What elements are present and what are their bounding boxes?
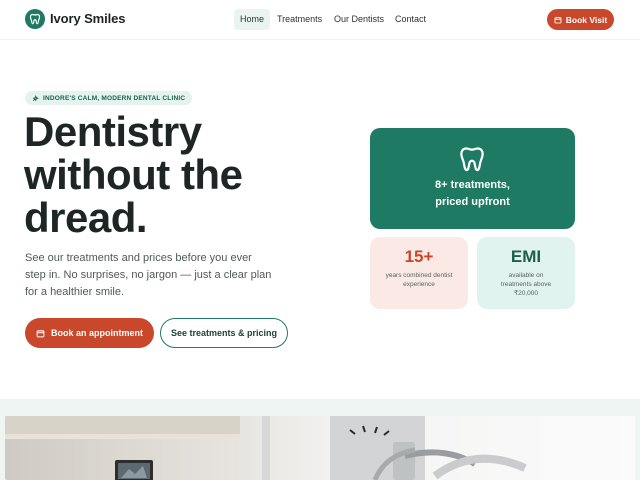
calendar-icon bbox=[554, 16, 562, 23]
card-line-2: priced upfront bbox=[435, 196, 510, 208]
emi-value: EMI bbox=[510, 247, 542, 266]
headline-line-2: without the bbox=[24, 151, 243, 198]
see-treatments-button[interactable]: See treatments & pricing bbox=[160, 318, 288, 348]
experience-value: 15+ bbox=[404, 247, 434, 266]
nav-link-treatments[interactable]: Treatments bbox=[271, 9, 328, 30]
nav-link-home[interactable]: Home bbox=[234, 9, 271, 30]
card-line-1: 8+ treatments, bbox=[435, 179, 510, 191]
tooth-icon bbox=[29, 13, 41, 25]
dental-clinic-image bbox=[5, 416, 635, 480]
top-navbar: Ivory Smiles Home Treatments Our Dentist… bbox=[0, 0, 640, 40]
book-appointment-label: Book an appointment bbox=[51, 328, 143, 338]
experience-stat-card: 15+ years combined dentist experience bbox=[370, 237, 468, 309]
sparkle-icon bbox=[32, 94, 39, 101]
book-appointment-button[interactable]: Book an appointment bbox=[25, 318, 154, 348]
headline-line-3: dread. bbox=[24, 194, 148, 241]
see-treatments-label: See treatments & pricing bbox=[170, 328, 278, 338]
book-visit-button[interactable]: Book Visit bbox=[547, 9, 614, 30]
hero-headline: Dentistry without the dread. bbox=[24, 110, 324, 239]
headline-line-1: Dentistry bbox=[24, 108, 202, 155]
emi-caption-3: ₹20,000 bbox=[513, 290, 539, 297]
brand-name[interactable]: Ivory Smiles bbox=[50, 11, 126, 26]
brand-logo[interactable] bbox=[25, 9, 45, 29]
clinic-photo bbox=[5, 416, 635, 480]
calendar-icon bbox=[36, 329, 45, 337]
treatments-pricing-card: 8+ treatments, priced upfront bbox=[370, 128, 575, 229]
hero-subtext: See our treatments and prices before you… bbox=[25, 252, 272, 298]
book-visit-label: Book Visit bbox=[565, 14, 608, 25]
clinic-badge: INDORE'S CALM, MODERN DENTAL CLINIC bbox=[25, 91, 193, 105]
emi-stat-card: EMI available on treatments above ₹20,00… bbox=[477, 237, 575, 309]
experience-caption-2: experience bbox=[403, 281, 435, 288]
tooth-icon bbox=[460, 147, 484, 172]
clinic-badge-label: INDORE'S CALM, MODERN DENTAL CLINIC bbox=[43, 94, 186, 102]
nav-link-contact[interactable]: Contact bbox=[389, 9, 432, 30]
nav-link-our-dentists[interactable]: Our Dentists bbox=[328, 9, 390, 30]
